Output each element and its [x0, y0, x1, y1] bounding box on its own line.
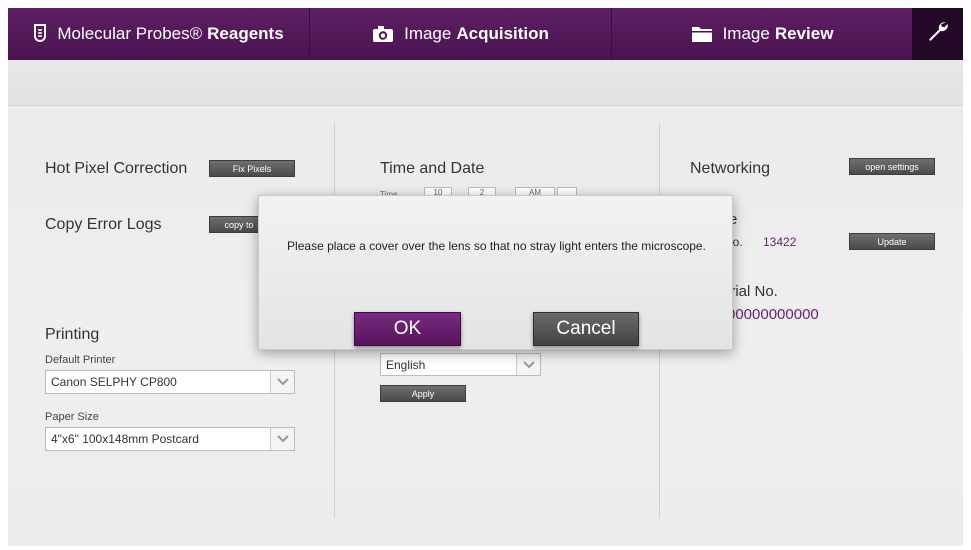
dialog-message: Please place a cover over the lens so th… [287, 239, 706, 253]
paper-size-value: 4"x6" 100x148mm Postcard [51, 432, 199, 446]
copy-error-logs-title: Copy Error Logs [45, 216, 162, 233]
printing-title: Printing [45, 326, 100, 343]
folder-icon [691, 25, 713, 43]
tab-reagents-prefix: Molecular Probes® [57, 24, 203, 43]
tab-review-label: Review [774, 24, 834, 43]
time-date-title: Time and Date [380, 160, 485, 177]
tab-image-review[interactable]: Image Review [612, 8, 912, 60]
chevron-down-icon [516, 354, 540, 375]
default-printer-value: Canon SELPHY CP800 [51, 375, 177, 389]
serial-value: 00000000000 [727, 306, 819, 323]
header-band [8, 60, 963, 106]
paper-size-select[interactable]: 4"x6" 100x148mm Postcard [45, 427, 295, 451]
tab-acquisition-prefix: Image [404, 24, 452, 43]
tab-acquisition-label: Acquisition [456, 24, 549, 43]
lens-cover-dialog: Please place a cover over the lens so th… [258, 195, 733, 350]
camera-icon [372, 25, 394, 43]
chevron-down-icon [270, 428, 294, 450]
language-select[interactable]: English [380, 353, 541, 376]
paper-size-label: Paper Size [45, 411, 99, 423]
tab-image-acquisition[interactable]: Image Acquisition [310, 8, 612, 60]
language-value: English [386, 357, 426, 372]
hot-pixel-title: Hot Pixel Correction [45, 160, 188, 177]
networking-title: Networking [690, 160, 771, 177]
tab-review-prefix: Image [722, 24, 770, 43]
ok-button[interactable]: OK [354, 312, 461, 346]
apply-button[interactable]: Apply [380, 385, 466, 402]
cancel-button[interactable]: Cancel [533, 312, 639, 346]
tab-reagents[interactable]: Molecular Probes® Reagents [8, 8, 310, 60]
tab-reagents-label: Reagents [207, 24, 284, 43]
update-button[interactable]: Update [849, 233, 935, 250]
fix-pixels-button[interactable]: Fix Pixels [209, 160, 295, 177]
chevron-down-icon [270, 371, 294, 393]
default-printer-label: Default Printer [45, 354, 116, 366]
default-printer-select[interactable]: Canon SELPHY CP800 [45, 370, 295, 394]
tab-settings[interactable] [912, 8, 963, 60]
reagent-tube-icon [33, 24, 47, 44]
open-settings-button[interactable]: open settings [849, 158, 935, 175]
top-navigation: Molecular Probes® Reagents Image Acquisi… [8, 8, 963, 60]
firmware-version-value: 13422 [763, 235, 797, 249]
app-window: Molecular Probes® Reagents Image Acquisi… [8, 8, 963, 546]
wrench-icon [926, 20, 950, 49]
